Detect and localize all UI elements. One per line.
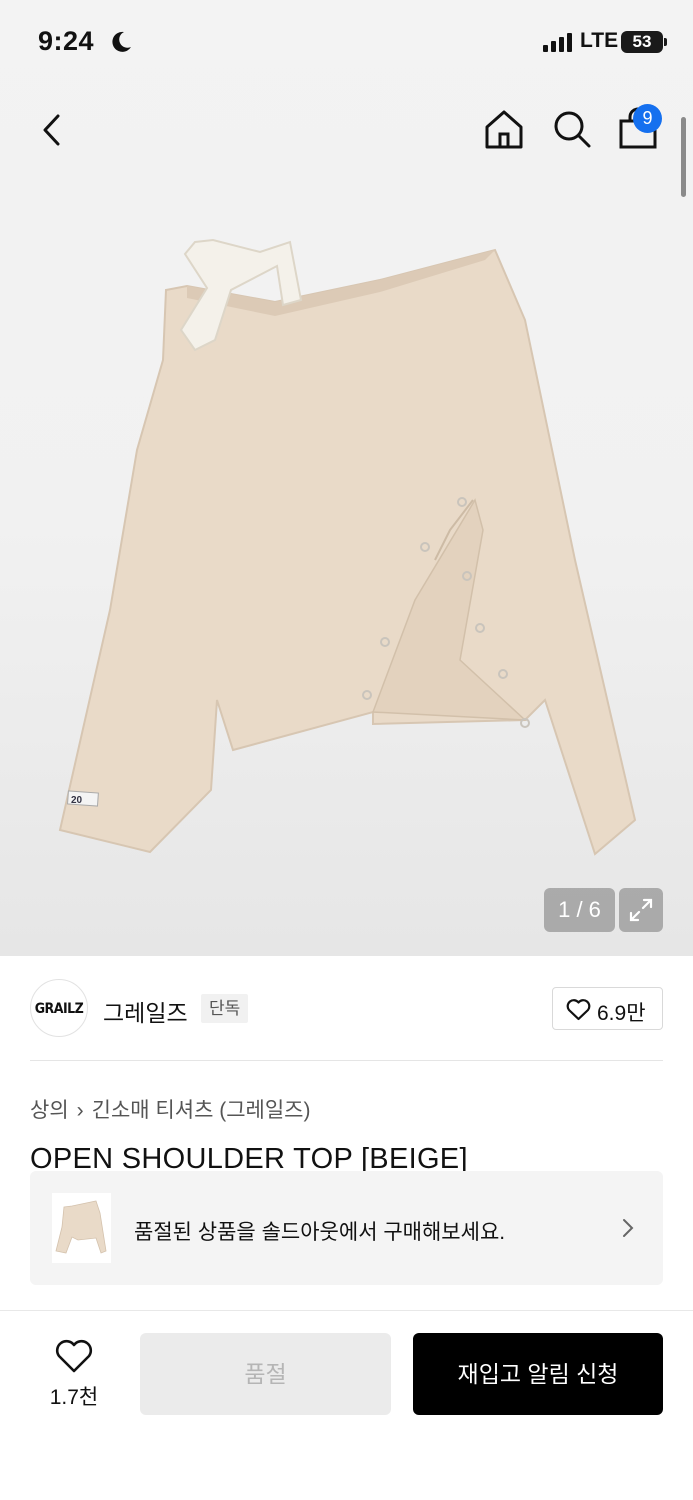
- wishlist-count: 1.7천: [49, 1386, 99, 1409]
- signal-icon: [543, 33, 572, 52]
- divider: [30, 1060, 663, 1061]
- network-type: LTE: [580, 29, 619, 52]
- heart-icon: [55, 1339, 93, 1373]
- soldout-thumbnail: [52, 1193, 111, 1263]
- brand-name[interactable]: 그레일즈: [103, 994, 188, 1028]
- soldout-banner[interactable]: 품절된 상품을 솔드아웃에서 구매해보세요.: [30, 1171, 663, 1285]
- breadcrumb-category[interactable]: 상의: [30, 1099, 69, 1122]
- moon-icon: [112, 31, 131, 52]
- bottom-bar-divider: [0, 1310, 693, 1311]
- status-bar: 9:24 LTE 53: [0, 0, 693, 86]
- battery-indicator: 53: [621, 31, 663, 53]
- soldout-banner-text: 품절된 상품을 솔드아웃에서 구매해보세요.: [134, 1221, 506, 1244]
- search-icon[interactable]: [550, 107, 594, 151]
- heart-icon: [566, 999, 591, 1021]
- back-chevron-icon[interactable]: [34, 110, 72, 150]
- wishlist-button[interactable]: 1.7천: [40, 1335, 108, 1415]
- breadcrumb: 상의 › 긴소매 티셔츠 (그레일즈): [30, 1094, 311, 1124]
- brand-like-count: 6.9만: [597, 1002, 646, 1025]
- breadcrumb-subcategory[interactable]: 긴소매 티셔츠 (그레일즈): [92, 1099, 311, 1122]
- garment-label: 20: [71, 795, 83, 806]
- product-title: OPEN SHOULDER TOP [BEIGE]: [30, 1143, 468, 1173]
- status-time: 9:24: [38, 26, 95, 56]
- restock-alert-button[interactable]: 재입고 알림 신청: [413, 1333, 663, 1415]
- brand-like-button[interactable]: 6.9만: [552, 987, 663, 1030]
- image-counter: 1 / 6: [544, 888, 615, 932]
- expand-icon[interactable]: [619, 888, 663, 932]
- exclusive-tag: 단독: [201, 994, 249, 1023]
- product-image: 20: [58, 238, 637, 856]
- cart-count-badge: 9: [633, 104, 662, 133]
- product-image-gallery[interactable]: 9:24 LTE 53 9 20 1 / 6: [0, 0, 693, 956]
- scrollbar[interactable]: [681, 117, 686, 197]
- home-icon[interactable]: [482, 107, 526, 151]
- breadcrumb-separator-icon: ›: [76, 1099, 84, 1122]
- chevron-right-icon: [623, 1219, 634, 1237]
- battery-tip: [664, 38, 667, 46]
- brand-logo[interactable]: GRAILZ: [30, 979, 88, 1037]
- soldout-button: 품절: [140, 1333, 391, 1415]
